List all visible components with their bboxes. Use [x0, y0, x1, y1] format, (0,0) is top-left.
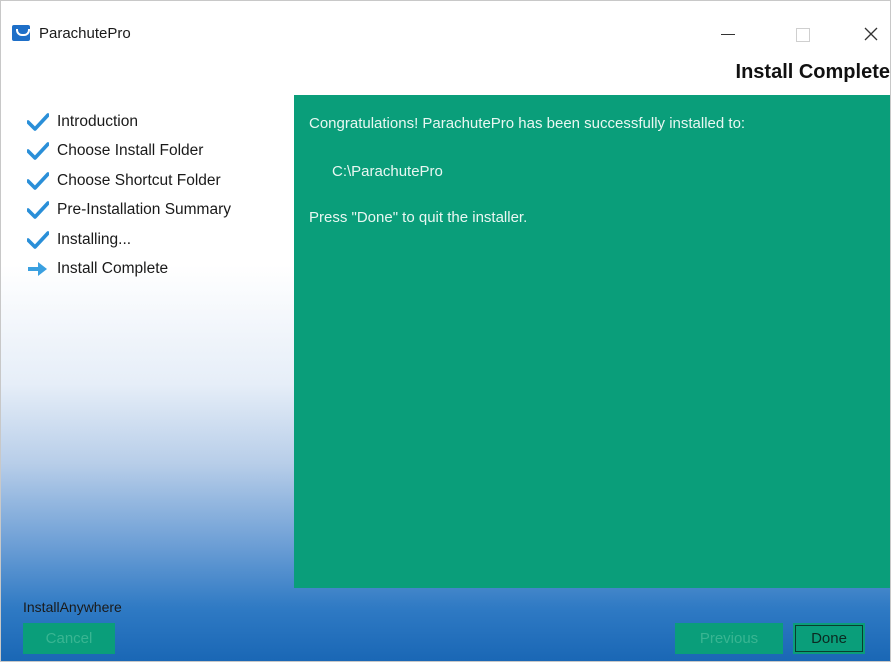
step-label: Choose Shortcut Folder [57, 171, 221, 189]
step-label: Introduction [57, 112, 138, 130]
checkmark-icon [27, 142, 49, 161]
install-path: C:\ParachutePro [332, 163, 443, 180]
window-title: ParachutePro [39, 25, 131, 42]
maximize-button[interactable] [782, 19, 822, 49]
quit-instruction: Press "Done" to quit the installer. [309, 209, 528, 226]
step-item-current: Install Complete [27, 255, 287, 285]
step-label: Pre-Installation Summary [57, 201, 232, 219]
checkmark-icon [27, 171, 49, 190]
step-item: Choose Shortcut Folder [27, 166, 287, 196]
close-icon [864, 27, 878, 41]
success-message: Congratulations! ParachutePro has been s… [309, 115, 746, 132]
checkmark-icon [27, 112, 49, 131]
step-item: Pre-Installation Summary [27, 196, 287, 226]
title-bar: ParachutePro [1, 1, 890, 45]
step-item: Introduction [27, 107, 287, 137]
previous-button[interactable]: Previous [675, 623, 783, 654]
step-header-title: Install Complete [735, 61, 890, 83]
minimize-button[interactable] [709, 19, 749, 49]
checkmark-icon [27, 201, 49, 220]
step-item: Installing... [27, 225, 287, 255]
maximize-icon [796, 28, 810, 42]
arrow-right-icon [28, 262, 47, 277]
cancel-button[interactable]: Cancel [23, 623, 115, 654]
parachute-app-icon [12, 25, 30, 41]
step-label: Choose Install Folder [57, 142, 204, 160]
step-item: Choose Install Folder [27, 137, 287, 167]
checkmark-icon [27, 230, 49, 249]
close-button[interactable] [851, 19, 890, 49]
step-label: Installing... [57, 230, 132, 248]
step-label: Install Complete [57, 260, 169, 278]
done-button[interactable]: Done [793, 623, 865, 654]
installer-window: ParachutePro Install Complete Introducti… [0, 0, 891, 662]
content-panel: Congratulations! ParachutePro has been s… [294, 95, 890, 588]
steps-list: Introduction Choose Install Folder Choos… [27, 107, 287, 284]
installer-brand: InstallAnywhere [23, 599, 122, 615]
minimize-icon [721, 34, 735, 35]
